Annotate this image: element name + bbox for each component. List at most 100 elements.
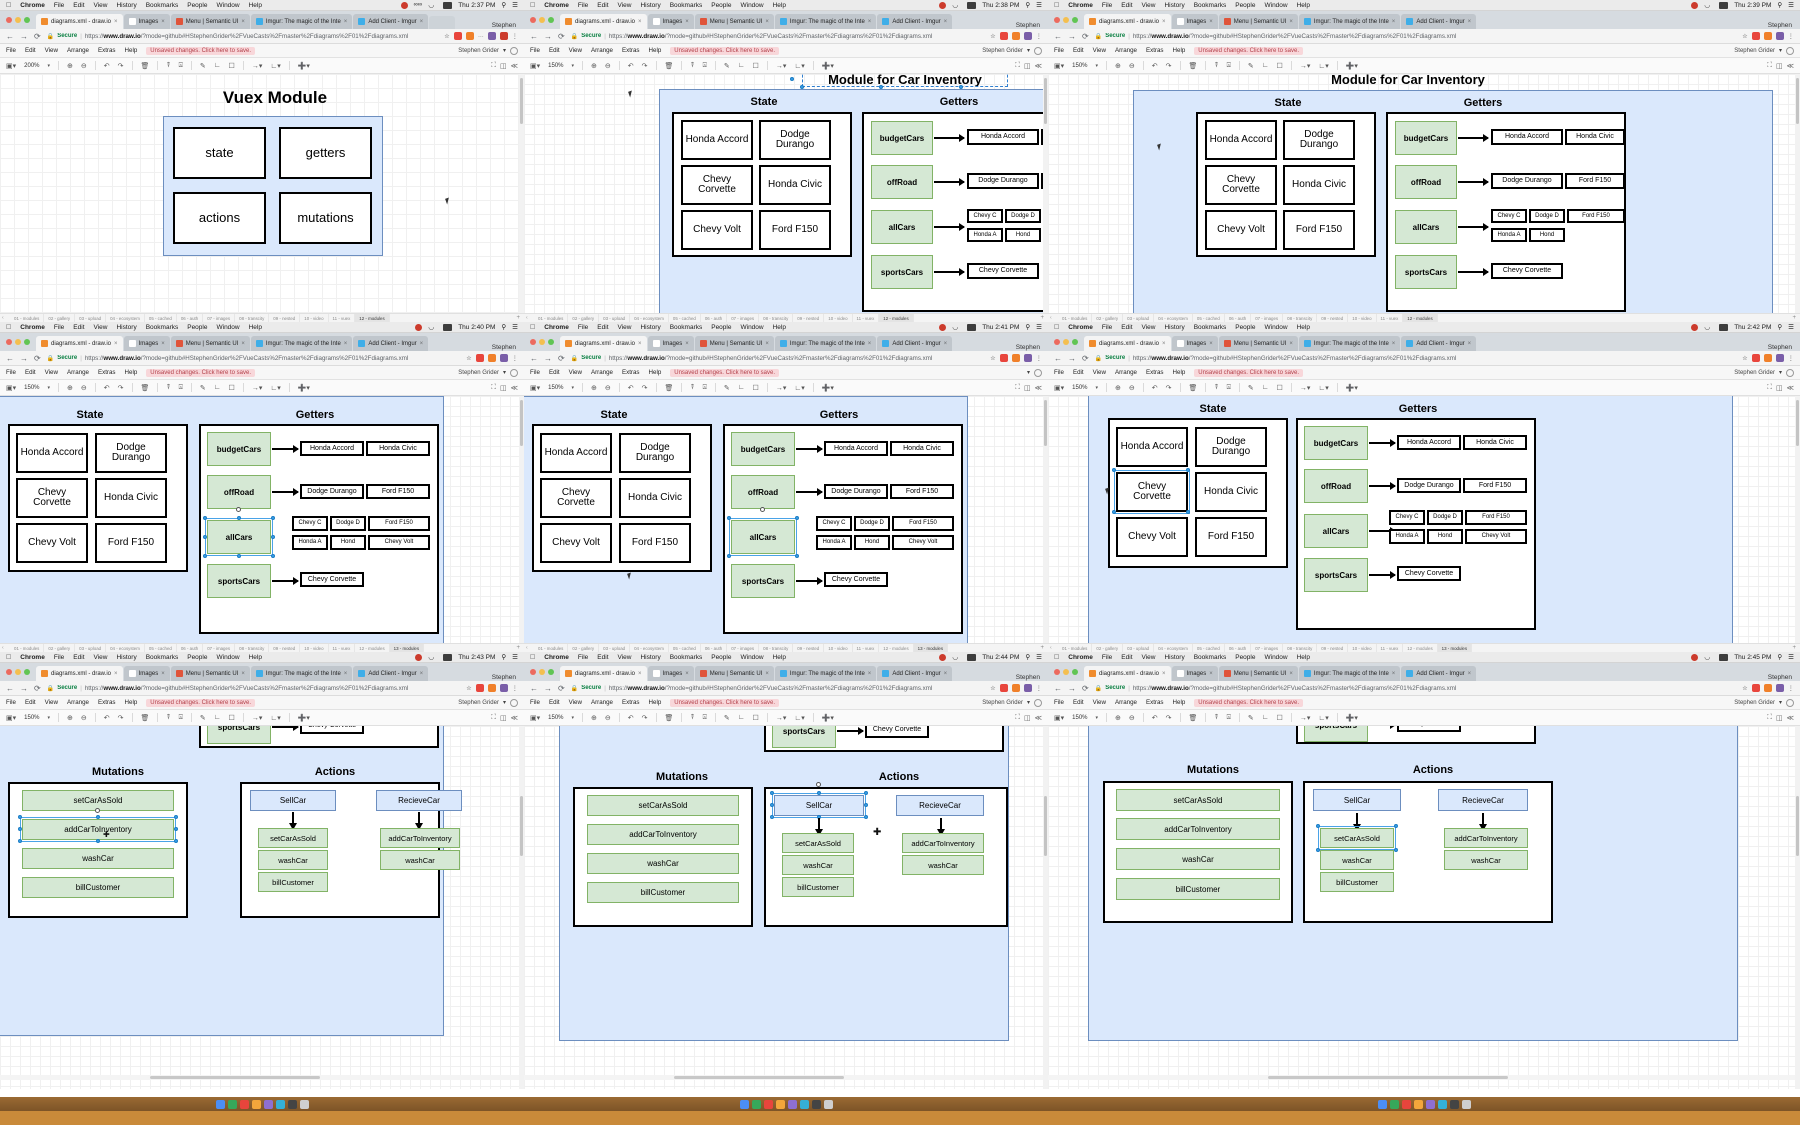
- page-tab-active[interactable]: 12 - modules: [1403, 313, 1438, 322]
- dock-app-icon[interactable]: [239, 1099, 249, 1109]
- menu-help[interactable]: Help: [249, 654, 262, 661]
- drawio-menu-extras[interactable]: Extras: [1146, 699, 1164, 706]
- drawio-menu-arrange[interactable]: Arrange: [1115, 47, 1137, 54]
- status-dropbox-icon[interactable]: [1691, 323, 1699, 331]
- section-label-mutations[interactable]: Mutations: [48, 766, 188, 778]
- allcars-cell[interactable]: Hond: [1427, 529, 1463, 544]
- forward-icon[interactable]: →: [544, 684, 552, 693]
- zoom-out-icon[interactable]: ⊖: [1129, 384, 1135, 392]
- state-item[interactable]: Chevy Corvette: [1205, 165, 1277, 205]
- profile-name[interactable]: Stephen: [492, 674, 524, 681]
- bookmark-star-icon[interactable]: ☆: [466, 685, 472, 692]
- minimize-window-button[interactable]: [15, 669, 21, 675]
- menu-view[interactable]: View: [1142, 2, 1156, 9]
- selection-handle[interactable]: [790, 77, 794, 81]
- delete-icon[interactable]: 🗑: [665, 62, 674, 70]
- view-layers-icon[interactable]: ▣▾: [6, 384, 16, 392]
- section-label-state[interactable]: State: [5, 409, 175, 421]
- canvas-hscrollbar[interactable]: [524, 1075, 1048, 1080]
- zoom-out-icon[interactable]: ⊖: [605, 62, 611, 70]
- macos-dock[interactable]: [524, 1097, 1048, 1111]
- drawio-menu-extras[interactable]: Extras: [622, 369, 640, 376]
- close-tab-icon[interactable]: ×: [241, 341, 245, 347]
- getter-result[interactable]: Honda Accord: [824, 441, 888, 456]
- window-controls[interactable]: [1052, 663, 1083, 681]
- page-tab[interactable]: 08 - transcity: [235, 643, 270, 652]
- format-panel-icon[interactable]: ◫: [1024, 714, 1031, 722]
- drawio-canvas-7[interactable]: sportsCars Chevy Corvette Mutations setC…: [0, 726, 524, 1089]
- selection-handle[interactable]: [1316, 824, 1320, 828]
- tab-diagrams-xml[interactable]: diagrams.xml - draw.io ×: [1084, 666, 1171, 681]
- section-label-state[interactable]: State: [674, 96, 854, 108]
- collapse-icon[interactable]: ≪: [511, 62, 518, 70]
- getter-offroad[interactable]: offRoad: [1304, 469, 1368, 503]
- page-tab[interactable]: 01 - modules: [534, 313, 569, 322]
- insert-shape-icon[interactable]: ➕▾: [298, 62, 310, 70]
- close-tab-icon[interactable]: ×: [1468, 671, 1472, 677]
- mutation-item[interactable]: setCarAsSold: [1116, 789, 1280, 811]
- page-tab[interactable]: 09 - nested: [793, 643, 825, 652]
- macos-dock[interactable]: [1048, 1097, 1800, 1111]
- page-tab[interactable]: 02 - gallery: [1092, 643, 1124, 652]
- getter-result[interactable]: Dodge Durango: [824, 484, 888, 499]
- allcars-cell[interactable]: Ford F150: [892, 516, 954, 531]
- forward-icon[interactable]: →: [20, 354, 28, 363]
- zoom-level[interactable]: 150%: [24, 715, 39, 721]
- drawio-menu-arrange[interactable]: Arrange: [67, 47, 89, 54]
- add-page-icon[interactable]: +: [1040, 315, 1044, 321]
- wifi-icon[interactable]: ◡: [428, 654, 437, 661]
- format-panel-icon[interactable]: ◫: [1024, 62, 1031, 70]
- getter-budgetcars[interactable]: budgetCars: [731, 432, 795, 466]
- mutation-item[interactable]: washCar: [587, 853, 739, 874]
- extension-icon-1[interactable]: [475, 684, 484, 692]
- zoom-level[interactable]: 200%: [24, 63, 39, 69]
- back-icon[interactable]: ←: [1054, 354, 1062, 363]
- page-tab[interactable]: 10 - video: [824, 643, 853, 652]
- menu-view[interactable]: View: [618, 654, 632, 661]
- allcars-cell[interactable]: Chevy Volt: [1465, 529, 1527, 544]
- forward-icon[interactable]: →: [544, 354, 552, 363]
- reload-icon[interactable]: ⟳: [34, 32, 41, 41]
- drawio-menu-view[interactable]: View: [569, 699, 582, 706]
- close-window-button[interactable]: [6, 339, 12, 345]
- mutation-item[interactable]: billCustomer: [22, 877, 174, 898]
- to-back-icon[interactable]: ⍓: [179, 384, 183, 392]
- drawio-canvas-5[interactable]: Module for Car Inventory State Honda Acc…: [524, 396, 1048, 643]
- zoom-level[interactable]: 150%: [24, 385, 39, 391]
- account-name[interactable]: Stephen Grider: [458, 700, 499, 706]
- dock-app-icon[interactable]: [1389, 1099, 1399, 1109]
- redo-icon[interactable]: ↷: [642, 384, 648, 392]
- zoom-window-button[interactable]: [548, 339, 554, 345]
- fullscreen-icon[interactable]: ⛶: [491, 62, 496, 70]
- canvas-vscrollbar[interactable]: [1795, 74, 1800, 313]
- mutation-item[interactable]: billCustomer: [587, 882, 739, 903]
- tab-imgur[interactable]: Imgur: The magic of the Inte ×: [774, 666, 877, 681]
- fill-color-icon[interactable]: ✎: [1248, 714, 1254, 722]
- view-layers-icon[interactable]: ▣▾: [6, 62, 16, 70]
- connection-style-icon[interactable]: →▾: [252, 384, 263, 392]
- drawio-canvas-8[interactable]: sportsCars Chevy Corvette Mutations setC…: [524, 726, 1048, 1089]
- tab-images[interactable]: Images ×: [1171, 666, 1218, 681]
- drawio-menu-file[interactable]: File: [6, 369, 16, 376]
- profile-name[interactable]: Stephen: [492, 22, 524, 29]
- to-front-icon[interactable]: ⍒: [690, 714, 694, 722]
- zoom-window-button[interactable]: [1072, 17, 1078, 23]
- page-tab-active[interactable]: 13 - modules: [913, 643, 949, 652]
- tab-images[interactable]: Images ×: [123, 336, 170, 351]
- dock-app-icon[interactable]: [775, 1099, 785, 1109]
- state-item[interactable]: Ford F150: [1195, 517, 1267, 557]
- state-item[interactable]: Chevy Volt: [1116, 517, 1188, 557]
- wifi-icon[interactable]: ◡: [1704, 2, 1713, 9]
- menu-help[interactable]: Help: [773, 324, 786, 331]
- delete-icon[interactable]: 🗑: [665, 714, 674, 722]
- drawio-menu-extras[interactable]: Extras: [1146, 47, 1164, 54]
- allcars-cell[interactable]: Ford F150: [368, 516, 430, 531]
- fill-color-icon[interactable]: ✎: [200, 384, 206, 392]
- selection-handle[interactable]: [1112, 468, 1116, 472]
- getter-sportscars[interactable]: sportsCars: [207, 726, 271, 744]
- delete-icon[interactable]: 🗑: [141, 714, 150, 722]
- extension-icon-1[interactable]: [1751, 684, 1760, 692]
- fullscreen-icon[interactable]: ⛶: [1767, 384, 1772, 392]
- profile-name[interactable]: Stephen: [1768, 22, 1800, 29]
- minimize-window-button[interactable]: [1063, 17, 1069, 23]
